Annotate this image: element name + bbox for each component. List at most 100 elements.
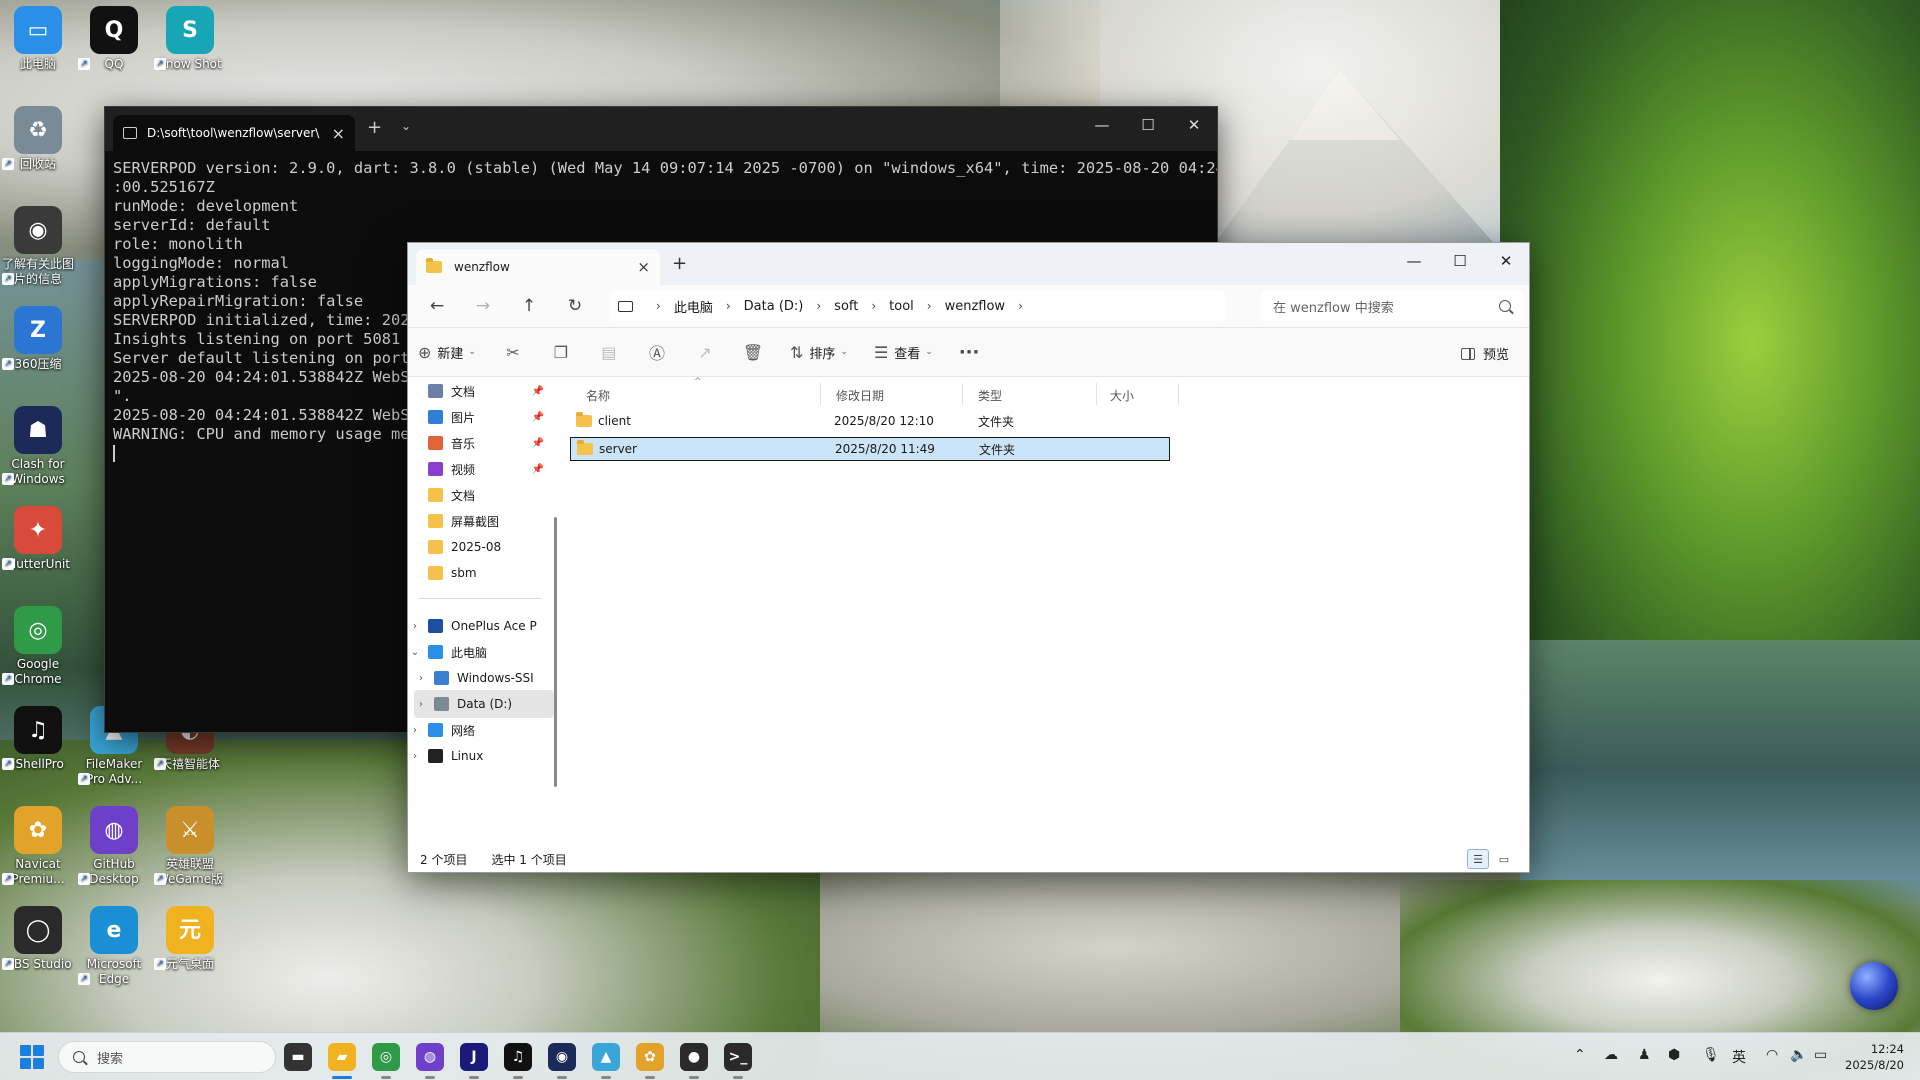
details-view-icon[interactable]: ☰ xyxy=(1467,849,1489,869)
sidebar-item[interactable]: 文档 📌 xyxy=(408,377,548,405)
breadcrumb-separator-icon[interactable]: › xyxy=(927,299,932,313)
microphone-icon[interactable]: 🎙 xyxy=(1702,1047,1720,1063)
file-row-server[interactable]: server 2025/8/20 11:49 文件夹 xyxy=(570,437,1170,461)
new-button[interactable]: ⊕ 新建 ⌄ xyxy=(418,343,476,362)
chevron-icon[interactable]: › xyxy=(408,725,422,736)
desktop-icon[interactable]: ◯ ↗ OBS Studio xyxy=(0,906,76,972)
close-tab-icon[interactable]: × xyxy=(332,124,345,143)
desktop-icon[interactable]: Z ↗ 360压缩 xyxy=(0,306,76,372)
desktop-icon[interactable]: ◎ ↗ Google Chrome xyxy=(0,606,76,687)
cut-icon[interactable]: ✂ xyxy=(502,343,524,362)
chevron-up-icon[interactable]: ⌃ xyxy=(1574,1047,1586,1063)
copy-icon[interactable]: ❐ xyxy=(550,343,572,362)
minimize-button[interactable]: — xyxy=(1391,243,1437,279)
breadcrumb-item[interactable]: 此电脑 xyxy=(674,297,713,316)
desktop-icon[interactable]: S ↗ Snow Shot xyxy=(152,6,228,72)
up-arrow-icon[interactable]: ↑ xyxy=(506,296,552,316)
breadcrumb-item[interactable]: soft xyxy=(834,299,858,314)
sidebar-item[interactable]: 音乐 📌 xyxy=(408,429,548,457)
sidebar-item[interactable]: 图片 📌 xyxy=(408,403,548,431)
explorer-titlebar[interactable]: wenzflow × + — ☐ ✕ xyxy=(408,243,1529,285)
desktop-icon[interactable]: ▭ 此电脑 xyxy=(0,6,76,72)
new-tab-button[interactable]: + xyxy=(672,253,687,274)
sidebar-item[interactable]: › 网络 xyxy=(408,716,548,744)
sidebar-item[interactable]: 视频 📌 xyxy=(408,455,548,483)
column-header-name[interactable]: 名称 xyxy=(586,387,610,404)
taskbar-app-terminal[interactable]: >_ xyxy=(724,1043,752,1079)
file-list[interactable]: ^ 名称 修改日期 类型 大小 client 2025/8/20 12:10 文… xyxy=(558,377,1529,848)
chevron-icon[interactable]: › xyxy=(414,673,428,684)
terminal-titlebar[interactable]: D:\soft\tool\wenzflow\server\ × + ⌄ — ☐ … xyxy=(105,107,1217,151)
taskbar-app-jetbrains[interactable]: J xyxy=(460,1043,488,1079)
breadcrumb-separator-icon[interactable]: › xyxy=(871,299,876,313)
sidebar-item[interactable]: › Windows-SSI xyxy=(414,664,554,692)
start-button[interactable] xyxy=(20,1045,44,1069)
chevron-icon[interactable]: ⌄ xyxy=(408,647,422,658)
taskbar-app-chrome[interactable]: ◎ xyxy=(372,1043,400,1079)
chevron-down-icon[interactable]: ⌄ xyxy=(401,119,411,133)
volume-icon[interactable]: 🔈 xyxy=(1790,1047,1807,1063)
qq-tray-icon[interactable]: ♟ xyxy=(1638,1047,1651,1063)
column-header-type[interactable]: 类型 xyxy=(978,387,1002,404)
column-header-date[interactable]: 修改日期 xyxy=(836,387,884,404)
breadcrumb-item[interactable]: tool xyxy=(889,299,914,314)
taskbar-app-shell-app[interactable]: ♫ xyxy=(504,1043,532,1079)
back-arrow-icon[interactable]: ← xyxy=(414,296,460,316)
paste-icon[interactable]: ▤ xyxy=(598,343,620,362)
ime-indicator[interactable]: 英 xyxy=(1732,1047,1746,1067)
sidebar-item[interactable]: › OnePlus Ace P xyxy=(408,612,548,640)
new-tab-button[interactable]: + xyxy=(367,117,382,138)
taskbar-app-task-view[interactable]: ▬ xyxy=(284,1043,312,1071)
battery-icon[interactable]: ▭ xyxy=(1814,1047,1827,1063)
desktop-icon[interactable]: ⚔ ↗ 英雄联盟WeGame版 xyxy=(152,806,228,887)
terminal-tab[interactable]: D:\soft\tool\wenzflow\server\ × xyxy=(113,115,355,151)
minimize-button[interactable]: — xyxy=(1079,107,1125,143)
breadcrumb-separator-icon[interactable]: › xyxy=(1018,299,1023,313)
sidebar-item[interactable]: 屏幕截图 xyxy=(408,507,548,535)
search-input[interactable]: 在 wenzflow 中搜索 xyxy=(1273,297,1499,316)
more-options-icon[interactable]: ··· xyxy=(959,342,980,363)
sidebar-item[interactable]: 2025-08 xyxy=(408,533,548,561)
address-bar[interactable]: › 此电脑 › Data (D:) › soft › tool › wenzflow › xyxy=(610,291,1225,321)
taskbar-app-app-red-badge[interactable]: ● xyxy=(680,1043,708,1079)
chevron-icon[interactable]: › xyxy=(414,699,428,710)
sidebar-item[interactable]: 文档 xyxy=(408,481,548,509)
delete-icon[interactable]: 🗑 xyxy=(742,343,764,362)
file-row-client[interactable]: client 2025/8/20 12:10 文件夹 xyxy=(570,409,1170,433)
close-button[interactable]: ✕ xyxy=(1483,243,1529,279)
breadcrumb-separator-icon[interactable]: › xyxy=(726,299,731,313)
preview-pane-button[interactable]: 预览 xyxy=(1460,344,1509,363)
taskbar-app-navicat[interactable]: ✿ xyxy=(636,1043,664,1079)
breadcrumb-item[interactable]: Data (D:) xyxy=(744,299,804,314)
taskbar-app-obs-like[interactable]: ◉ xyxy=(548,1043,576,1079)
close-button[interactable]: ✕ xyxy=(1171,107,1217,143)
wifi-icon[interactable]: ◠ xyxy=(1766,1047,1778,1063)
breadcrumb-item[interactable]: wenzflow xyxy=(945,299,1005,314)
desktop-icon[interactable]: ♻ ↗ 回收站 xyxy=(0,106,76,172)
close-tab-icon[interactable]: × xyxy=(637,258,650,276)
navigation-pane[interactable]: 文档 📌 图片 📌 音乐 📌 视频 📌 文档 屏幕截图 2025-08 sbm › OnePlus Ace… xyxy=(408,377,558,848)
desktop-icon[interactable]: e ↗ Microsoft Edge xyxy=(76,906,152,987)
explorer-tab[interactable]: wenzflow × xyxy=(416,249,660,285)
maximize-button[interactable]: ☐ xyxy=(1437,243,1483,279)
sidebar-item[interactable]: ⌄ 此电脑 xyxy=(408,638,548,666)
floating-assistant-orb[interactable] xyxy=(1850,962,1898,1010)
file-explorer-window[interactable]: wenzflow × + — ☐ ✕ ← → ↑ ↻ › 此电脑 › Data (D:… xyxy=(407,242,1530,873)
column-header-size[interactable]: 大小 xyxy=(1110,387,1134,404)
chevron-icon[interactable]: › xyxy=(408,621,422,632)
breadcrumb-separator-icon[interactable]: › xyxy=(656,299,661,313)
desktop-icon[interactable]: ✦ ↗ FlutterUnit xyxy=(0,506,76,572)
tiles-view-icon[interactable]: ▭ xyxy=(1493,849,1515,869)
chevron-icon[interactable]: › xyxy=(408,751,422,762)
desktop-icon[interactable]: ◉ ↗ 了解有关此图片的信息 xyxy=(0,206,76,287)
taskbar-app-github-desktop[interactable]: ◍ xyxy=(416,1043,444,1079)
taskbar-app-filemaker[interactable]: ▲ xyxy=(592,1043,620,1079)
desktop-icon[interactable]: Q ↗ QQ xyxy=(76,6,152,72)
rename-icon[interactable]: Ⓐ xyxy=(646,340,668,364)
onedrive-icon[interactable]: ☁ xyxy=(1604,1047,1618,1063)
system-clock[interactable]: 12:24 2025/8/20 xyxy=(1845,1041,1904,1073)
navigation-scrollbar[interactable] xyxy=(554,517,557,787)
view-button[interactable]: ☰ 查看 ⌄ xyxy=(874,343,933,362)
search-box[interactable]: 在 wenzflow 中搜索 xyxy=(1261,291,1523,321)
desktop-icon[interactable]: ☗ ↗ Clash for Windows xyxy=(0,406,76,487)
